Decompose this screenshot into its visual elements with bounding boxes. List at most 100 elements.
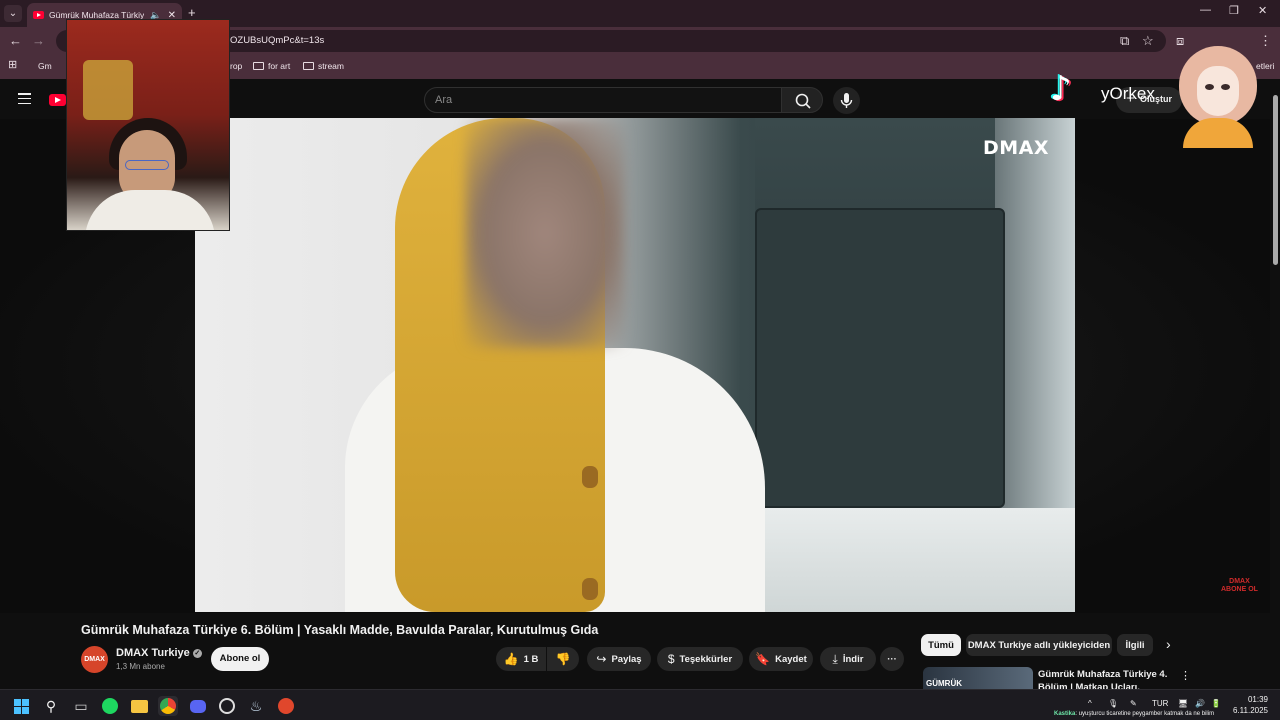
chip-from-uploader[interactable]: DMAX Turkiye adlı yükleyiciden: [966, 634, 1112, 656]
ea-app-icon[interactable]: [276, 696, 296, 716]
more-dots-icon: ···: [887, 653, 897, 665]
thumbs-up-icon: 👍: [503, 652, 519, 666]
chrome-icon[interactable]: [158, 696, 178, 716]
bookmark-gmail[interactable]: Gm: [38, 61, 52, 71]
webcam-person-shirt: [85, 190, 215, 230]
new-tab-button[interactable]: +: [188, 5, 196, 20]
webcam-poster: [83, 60, 133, 120]
search-icon: [795, 93, 811, 109]
save-button[interactable]: 🔖 Kaydet: [749, 647, 813, 671]
download-label: İndir: [842, 653, 864, 665]
search-input[interactable]: Ara: [424, 87, 782, 113]
webcam-person-glasses: [125, 160, 169, 170]
taskbar-clock[interactable]: 01:39 6.11.2025: [1228, 694, 1268, 716]
obs-icon[interactable]: [217, 696, 237, 716]
bookmark-folder-for-art[interactable]: for art: [253, 61, 290, 71]
apps-grid-icon[interactable]: ⊞: [8, 58, 17, 71]
folder-icon: [303, 62, 314, 70]
subscriber-count: 1,3 Mn abone: [116, 662, 165, 671]
language-indicator[interactable]: TUR: [1152, 699, 1168, 708]
chip-related[interactable]: İlgili: [1117, 634, 1153, 656]
tiktok-username: yOrkex: [1101, 84, 1155, 103]
chat-ticker: Kastika: uyuşturcu ticaretine peygamber …: [1054, 711, 1214, 717]
video-scene-sill: [735, 508, 1075, 612]
recommendation-title[interactable]: Gümrük Muhafaza Türkiye 4. Bölüm | Matka…: [1038, 668, 1168, 690]
like-count: 1 B: [523, 653, 539, 665]
back-icon[interactable]: ←: [9, 33, 22, 48]
channel-name[interactable]: DMAX Turkiye: [116, 647, 190, 659]
thanks-icon: $: [667, 652, 675, 666]
tray-pen-icon[interactable]: ✎: [1130, 699, 1137, 708]
subscribe-button[interactable]: Abone ol: [211, 647, 269, 671]
thumbnail-text: GÜMRÜK: [926, 679, 962, 688]
hamburger-menu-icon[interactable]: [18, 93, 31, 107]
bookmark-label: for art: [268, 61, 291, 71]
bookmark-label: rop: [230, 61, 243, 71]
bookmark-star-icon[interactable]: ☆: [1142, 33, 1154, 49]
start-button[interactable]: [11, 696, 31, 716]
page-scrollbar[interactable]: [1270, 79, 1280, 689]
discord-icon[interactable]: [188, 696, 208, 716]
dmax-watermark: DMAX: [983, 137, 1050, 159]
dislike-button[interactable]: 👎: [547, 647, 579, 671]
tiktok-logo-icon: ♪: [1050, 69, 1072, 109]
clock-time: 01:39: [1247, 695, 1268, 704]
task-view-icon[interactable]: ▭: [71, 696, 91, 716]
spotify-icon[interactable]: [100, 696, 120, 716]
url-text: OZUBsUQmPc&t=13s: [230, 35, 325, 46]
close-window-icon[interactable]: ✕: [1258, 4, 1267, 17]
taskbar-search-icon[interactable]: ⚲: [41, 696, 61, 716]
bookmark-label: stream: [318, 61, 344, 71]
ticker-user: Kastika: [1054, 711, 1076, 717]
volume-icon[interactable]: 🔊: [1195, 699, 1205, 708]
share-button[interactable]: ↪ Paylaş: [587, 647, 651, 671]
voice-search-button[interactable]: [833, 87, 860, 114]
network-icon[interactable]: 🖥: [1178, 699, 1188, 708]
search-placeholder: Ara: [435, 94, 453, 106]
chevron-right-icon[interactable]: ›: [1166, 636, 1171, 652]
battery-icon[interactable]: 🔋: [1211, 699, 1221, 708]
recommendation-thumbnail[interactable]: GÜMRÜK: [923, 667, 1033, 689]
share-arrow-icon: ↪: [596, 652, 607, 666]
tray-overflow-icon[interactable]: ^: [1088, 699, 1092, 708]
tab-search-button[interactable]: ⌄: [4, 5, 22, 22]
youtube-favicon-icon: [33, 11, 44, 19]
chip-all[interactable]: Tümü: [921, 634, 961, 656]
thanks-button[interactable]: $ Teşekkürler: [657, 647, 743, 671]
more-actions-button[interactable]: ···: [880, 647, 904, 671]
video-scene-button: [582, 578, 598, 600]
youtube-logo-icon[interactable]: [49, 94, 66, 106]
streamer-avatar-illustration: [1175, 40, 1261, 148]
file-explorer-icon[interactable]: [129, 696, 149, 716]
verified-icon: ✓: [192, 649, 202, 658]
tray-mic-icon[interactable]: 🎙: [1108, 699, 1118, 708]
video-title: Gümrük Muhafaza Türkiye 6. Bölüm | Yasak…: [81, 623, 599, 637]
video-player[interactable]: [195, 118, 1075, 612]
video-scene-suitcase: [755, 208, 1005, 508]
microphone-icon: [840, 93, 853, 108]
channel-avatar[interactable]: DMAX: [81, 646, 108, 673]
clock-date: 6.11.2025: [1233, 706, 1268, 715]
recommendation-menu-icon[interactable]: ⋮: [1180, 669, 1191, 682]
cast-icon[interactable]: ⧉: [1120, 33, 1129, 49]
scrollbar-thumb[interactable]: [1273, 95, 1278, 265]
channel-name-row[interactable]: DMAX Turkiye ✓: [116, 647, 202, 659]
steam-icon[interactable]: ♨: [246, 696, 266, 716]
bookmark-rop[interactable]: rop: [230, 61, 242, 71]
thanks-label: Teşekkürler: [679, 653, 733, 665]
minimize-icon[interactable]: —: [1200, 4, 1211, 16]
webcam-overlay: [66, 19, 230, 231]
badge-line: DMAX: [1229, 578, 1250, 585]
dmax-subscribe-badge[interactable]: DMAX ABONE OL: [1221, 578, 1258, 594]
restore-icon[interactable]: ❐: [1229, 4, 1239, 17]
download-button[interactable]: ⤓ İndir: [820, 647, 876, 671]
bookmark-folder-stream[interactable]: stream: [303, 61, 344, 71]
save-label: Kaydet: [775, 653, 807, 665]
badge-line: ABONE OL: [1221, 586, 1258, 593]
video-scene-button: [582, 466, 598, 488]
share-label: Paylaş: [611, 653, 642, 665]
windows-taskbar: ⚲ ▭ ♨ ^ 🎙 ✎ TUR 🖥 🔊 🔋 01:39 6.11.2025 Ka…: [0, 689, 1280, 720]
like-button[interactable]: 👍 1 B: [496, 647, 546, 671]
search-button[interactable]: [781, 87, 823, 113]
forward-icon[interactable]: →: [32, 33, 45, 48]
